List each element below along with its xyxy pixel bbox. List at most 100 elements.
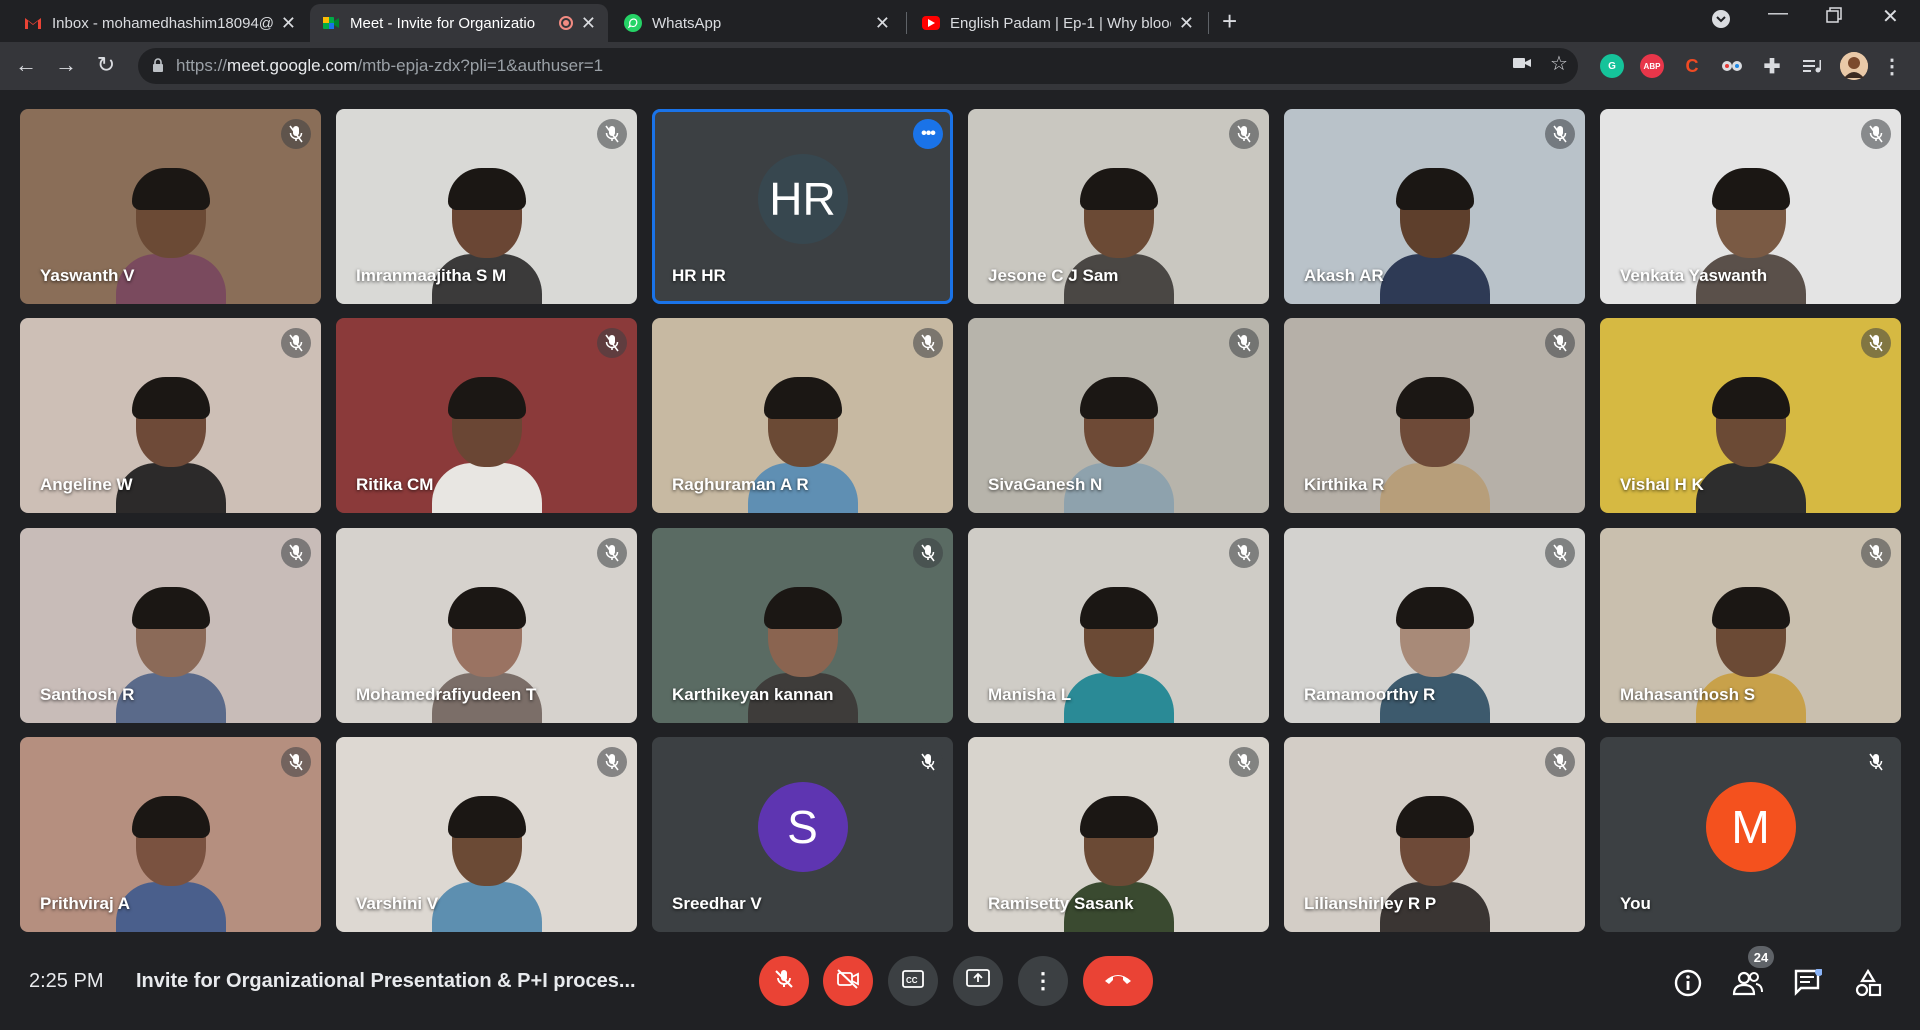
camera-toggle-button[interactable] <box>823 956 873 1006</box>
new-tab-button[interactable]: + <box>1222 6 1237 37</box>
activities-icon <box>1854 968 1882 1002</box>
lock-icon <box>152 57 164 75</box>
participant-tile[interactable]: Jesone C J Sam <box>968 109 1269 304</box>
participant-tile[interactable]: Lilianshirley R P <box>1284 737 1585 932</box>
present-screen-button[interactable] <box>953 956 1003 1006</box>
minimize-button[interactable]: — <box>1768 2 1788 25</box>
participant-tile[interactable]: Angeline W <box>20 318 321 513</box>
mic-off-icon <box>1229 747 1259 777</box>
tab-youtube[interactable]: English Padam | Ep-1 | Why blood ✕ <box>910 4 1206 42</box>
participant-tile[interactable]: Santhosh R <box>20 528 321 723</box>
tab-whatsapp[interactable]: WhatsApp ✕ <box>612 4 902 42</box>
participant-name: You <box>1620 894 1651 913</box>
tab-gmail[interactable]: Inbox - mohamedhashim18094@ ✕ <box>12 4 308 42</box>
participant-tile[interactable]: HR ••• HR HR <box>652 109 953 304</box>
participant-video <box>1063 587 1174 723</box>
mic-off-icon <box>1545 538 1575 568</box>
media-control-icon[interactable] <box>1800 54 1824 78</box>
mic-off-icon <box>1229 538 1259 568</box>
participant-tile[interactable]: Ramamoorthy R <box>1284 528 1585 723</box>
participant-tile[interactable]: Karthikeyan kannan <box>652 528 953 723</box>
participant-tile[interactable]: Prithviraj A <box>20 737 321 932</box>
meeting-info-button[interactable] <box>1671 968 1705 1002</box>
address-bar[interactable]: https://meet.google.com/mtb-epja-zdx?pli… <box>138 48 1578 84</box>
participant-avatar: HR <box>757 153 848 244</box>
participant-tile[interactable]: Imranmaajitha S M <box>336 109 637 304</box>
participant-name: Prithviraj A <box>40 894 131 913</box>
participant-tile[interactable]: Mahasanthosh S <box>1600 528 1901 723</box>
participant-name: Mohamedrafiyudeen T <box>356 685 537 704</box>
extension-c-icon[interactable]: C <box>1680 54 1704 78</box>
participant-tile[interactable]: Manisha L <box>968 528 1269 723</box>
participant-name: Kirthika R <box>1304 475 1385 494</box>
grammarly-icon[interactable]: G <box>1600 54 1624 78</box>
bookmark-star-icon[interactable]: ☆ <box>1550 51 1568 76</box>
whatsapp-icon <box>624 14 642 32</box>
back-button[interactable]: ← <box>12 52 40 78</box>
participant-name: Ramamoorthy R <box>1304 685 1436 704</box>
participant-tile[interactable]: Yaswanth V <box>20 109 321 304</box>
participant-name: Venkata Yaswanth <box>1620 266 1768 285</box>
captions-button[interactable]: CC <box>888 956 938 1006</box>
participant-name: HR HR <box>672 266 726 285</box>
activities-button[interactable] <box>1851 968 1885 1002</box>
profile-avatar[interactable] <box>1840 52 1868 80</box>
participant-name: Vishal H K <box>1620 475 1704 494</box>
mic-off-icon <box>1545 747 1575 777</box>
mic-off-icon <box>597 538 627 568</box>
participant-tile[interactable]: Ramisetty Sasank <box>968 737 1269 932</box>
mic-off-icon <box>1229 328 1259 358</box>
participant-tile[interactable]: Mohamedrafiyudeen T <box>336 528 637 723</box>
extension-mask-icon[interactable] <box>1720 54 1744 78</box>
participants-button[interactable] <box>1731 968 1765 1002</box>
mic-off-icon <box>597 328 627 358</box>
leave-call-button[interactable] <box>1083 956 1153 1006</box>
extensions-puzzle-icon[interactable]: ✚ <box>1760 54 1784 78</box>
browser-menu-icon[interactable]: ⋮ <box>1880 54 1904 78</box>
url-path: /mtb-epja-zdx?pli=1&authuser=1 <box>357 56 604 75</box>
more-options-icon[interactable]: ••• <box>913 119 943 149</box>
adblock-icon[interactable]: ABP <box>1640 54 1664 78</box>
meeting-controls-bar: 2:25 PM Invite for Organizational Presen… <box>0 940 1920 1030</box>
chat-button[interactable] <box>1791 967 1825 1002</box>
close-icon[interactable]: ✕ <box>281 13 296 34</box>
mic-off-icon <box>1545 119 1575 149</box>
reload-button[interactable]: ↻ <box>92 52 120 78</box>
participant-name: Lilianshirley R P <box>1304 894 1437 913</box>
participant-tile[interactable]: S Sreedhar V <box>652 737 953 932</box>
url-text: https://meet.google.com/mtb-epja-zdx?pli… <box>176 56 603 76</box>
mic-off-icon <box>281 747 311 777</box>
participant-tile[interactable]: M You <box>1600 737 1901 932</box>
close-icon[interactable]: ✕ <box>581 13 596 34</box>
camera-icon[interactable] <box>1512 54 1532 75</box>
participant-tile[interactable]: Kirthika R <box>1284 318 1585 513</box>
participant-tile[interactable]: Vishal H K <box>1600 318 1901 513</box>
participant-tile[interactable]: Akash AR <box>1284 109 1585 304</box>
url-host: meet.google.com <box>227 56 358 75</box>
meeting-title[interactable]: Invite for Organizational Presentation &… <box>136 970 636 993</box>
participant-tile[interactable]: SivaGanesh N <box>968 318 1269 513</box>
tab-strip: Inbox - mohamedhashim18094@ ✕ Meet - Inv… <box>0 0 1920 42</box>
forward-button[interactable]: → <box>52 52 80 78</box>
participant-tile[interactable]: Varshini V <box>336 737 637 932</box>
participant-video <box>115 796 226 932</box>
youtube-icon <box>922 16 940 30</box>
participant-tile[interactable]: Raghuraman A R <box>652 318 953 513</box>
close-window-button[interactable]: ✕ <box>1882 4 1899 29</box>
svg-text:CC: CC <box>906 976 918 985</box>
close-icon[interactable]: ✕ <box>875 13 890 34</box>
mic-off-icon <box>913 538 943 568</box>
participant-tile[interactable]: Venkata Yaswanth <box>1600 109 1901 304</box>
tab-meet[interactable]: Meet - Invite for Organizatio ✕ <box>310 4 608 42</box>
more-vert-icon: ⋮ <box>1032 968 1054 993</box>
mic-off-icon <box>1861 538 1891 568</box>
close-icon[interactable]: ✕ <box>1179 13 1194 34</box>
participant-name: Ramisetty Sasank <box>988 894 1134 913</box>
mic-off-icon <box>597 119 627 149</box>
restore-button[interactable] <box>1826 6 1842 29</box>
tab-title: WhatsApp <box>652 14 722 32</box>
tab-search-icon[interactable] <box>1710 8 1732 36</box>
more-options-button[interactable]: ⋮ <box>1018 956 1068 1006</box>
participant-tile[interactable]: Ritika CM <box>336 318 637 513</box>
microphone-toggle-button[interactable] <box>759 956 809 1006</box>
